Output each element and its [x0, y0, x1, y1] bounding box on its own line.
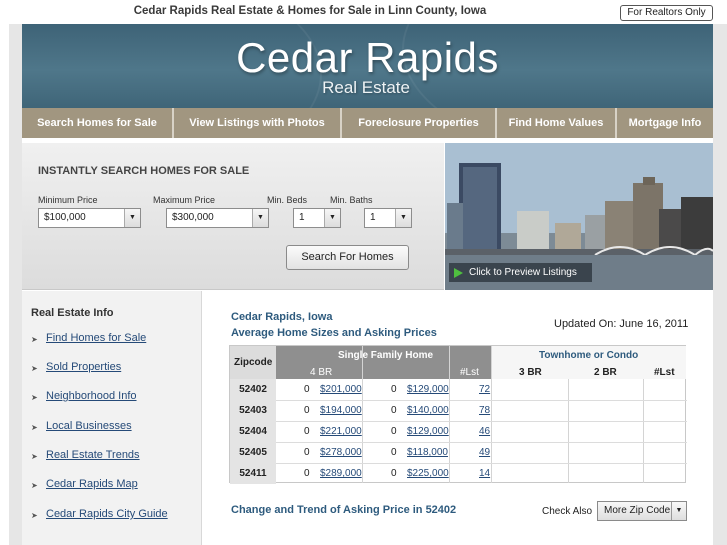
price-link[interactable]: $221,000: [320, 426, 362, 437]
min-baths-label: Min. Baths: [330, 195, 373, 205]
chevron-down-icon: ▼: [252, 209, 268, 227]
header-sf-listings: #Lst: [460, 367, 479, 378]
zipcode-cell: 52402: [230, 379, 276, 400]
price-link[interactable]: $194,000: [320, 405, 362, 416]
check-also-label: Check Also: [542, 506, 593, 517]
play-icon: [454, 268, 463, 278]
city-photo[interactable]: Click to Preview Listings: [445, 143, 713, 290]
sidebar-link-find-homes[interactable]: Find Homes for Sale: [46, 332, 146, 344]
sidebar-link-neighborhood[interactable]: Neighborhood Info: [46, 390, 137, 402]
grid-line: [276, 442, 687, 443]
grid-line: [276, 400, 687, 401]
site-title: Cedar Rapids Real Estate & Homes for Sal…: [133, 5, 487, 17]
prices-table: Zipcode Single Family Home 4 BR #Lst Tow…: [229, 345, 687, 484]
nav-home-values[interactable]: Find Home Values: [497, 108, 617, 138]
sidebar-link-local-businesses[interactable]: Local Businesses: [46, 420, 132, 432]
table-row: 52403 0 $194,000 0 $140,000 78: [230, 400, 687, 421]
chevron-down-icon: ▼: [671, 502, 686, 520]
bullet-icon: ➤: [31, 452, 38, 461]
price-link[interactable]: $129,000: [407, 384, 449, 395]
updated-date: Updated On: June 16, 2011: [554, 318, 689, 330]
price-link[interactable]: $201,000: [320, 384, 362, 395]
zipcode-cell: 52405: [230, 442, 276, 463]
main-nav: Search Homes for Sale View Listings with…: [22, 108, 713, 138]
townhome-header: Townhome or Condo: [539, 350, 639, 361]
search-for-homes-button[interactable]: Search For Homes: [286, 245, 409, 270]
location-heading: Cedar Rapids, Iowa: [231, 311, 333, 323]
single-family-header: Single Family Home: [338, 350, 434, 361]
listings-link[interactable]: 14: [479, 468, 490, 479]
bullet-icon: ➤: [31, 364, 38, 373]
header-th-listings: #Lst: [654, 367, 675, 378]
bullet-icon: ➤: [31, 335, 38, 344]
price-link[interactable]: $129,000: [407, 426, 449, 437]
min-baths-select[interactable]: 1 ▼: [364, 208, 412, 228]
chevron-down-icon: ▼: [395, 209, 411, 227]
chevron-down-icon: ▼: [324, 209, 340, 227]
search-panel: INSTANTLY SEARCH HOMES FOR SALE Minimum …: [22, 143, 444, 290]
listings-link[interactable]: 49: [479, 447, 490, 458]
price-link[interactable]: $278,000: [320, 447, 362, 458]
min-beds-select[interactable]: 1 ▼: [293, 208, 341, 228]
zipcode-cell: 52411: [230, 463, 276, 484]
listings-link[interactable]: 46: [479, 426, 490, 437]
table-heading: Average Home Sizes and Asking Prices: [231, 327, 437, 339]
price-link[interactable]: $118,000: [407, 447, 448, 458]
preview-listings-button[interactable]: Click to Preview Listings: [449, 263, 592, 282]
listings-link[interactable]: 72: [479, 384, 490, 395]
search-title: INSTANTLY SEARCH HOMES FOR SALE: [38, 165, 250, 177]
logo-title[interactable]: Cedar Rapids: [22, 34, 713, 82]
max-price-label: Maximum Price: [153, 195, 216, 205]
bullet-icon: ➤: [31, 393, 38, 402]
bullet-icon: ➤: [31, 481, 38, 490]
header-banner: Cedar Rapids Real Estate: [22, 24, 713, 108]
table-row: 52411 0 $289,000 0 $225,000 14: [230, 463, 687, 484]
header-3br: 3 BR: [519, 367, 542, 378]
table-row: 52402 0 $201,000 0 $129,000 72: [230, 379, 687, 400]
nav-mortgage-info[interactable]: Mortgage Info: [617, 108, 713, 138]
grid-line: [276, 421, 687, 422]
nav-search-homes[interactable]: Search Homes for Sale: [22, 108, 174, 138]
grid-line: [568, 379, 569, 483]
price-link[interactable]: $140,000: [407, 405, 449, 416]
zipcode-cell: 52403: [230, 400, 276, 421]
price-link[interactable]: $289,000: [320, 468, 362, 479]
sidebar-title: Real Estate Info: [31, 307, 114, 319]
top-bar: Cedar Rapids Real Estate & Homes for Sal…: [0, 0, 727, 24]
table-row: 52404 0 $221,000 0 $129,000 46: [230, 421, 687, 442]
realtors-only-button[interactable]: For Realtors Only: [620, 5, 713, 21]
zipcode-header: Zipcode: [234, 357, 273, 368]
bullet-icon: ➤: [31, 511, 38, 520]
header-4br: 4 BR: [310, 367, 333, 378]
bullet-icon: ➤: [31, 423, 38, 432]
min-price-select[interactable]: $100,000 ▼: [38, 208, 141, 228]
table-row: 52405 0 $278,000 0 $118,000 49: [230, 442, 687, 463]
grid-line: [276, 463, 687, 464]
price-link[interactable]: $225,000: [407, 468, 449, 479]
nav-foreclosure[interactable]: Foreclosure Properties: [342, 108, 497, 138]
min-beds-label: Min. Beds: [267, 195, 308, 205]
max-price-select[interactable]: $300,000 ▼: [166, 208, 269, 228]
header-2br: 2 BR: [594, 367, 617, 378]
min-price-label: Minimum Price: [38, 195, 98, 205]
more-zip-code-select[interactable]: More Zip Code ▼: [597, 501, 687, 521]
sidebar-link-sold-properties[interactable]: Sold Properties: [46, 361, 121, 373]
sidebar-link-map[interactable]: Cedar Rapids Map: [46, 478, 138, 490]
sidebar: Real Estate Info ➤ Find Homes for Sale ➤…: [22, 291, 202, 545]
sidebar-link-city-guide[interactable]: Cedar Rapids City Guide: [46, 508, 168, 520]
zipcode-cell: 52404: [230, 421, 276, 442]
nav-view-listings[interactable]: View Listings with Photos: [174, 108, 342, 138]
chevron-down-icon: ▼: [124, 209, 140, 227]
logo-subtitle: Real Estate: [322, 78, 410, 97]
grid-line: [643, 379, 644, 483]
sidebar-link-trends[interactable]: Real Estate Trends: [46, 449, 140, 461]
listings-link[interactable]: 78: [479, 405, 490, 416]
change-trend-heading: Change and Trend of Asking Price in 5240…: [231, 504, 457, 516]
